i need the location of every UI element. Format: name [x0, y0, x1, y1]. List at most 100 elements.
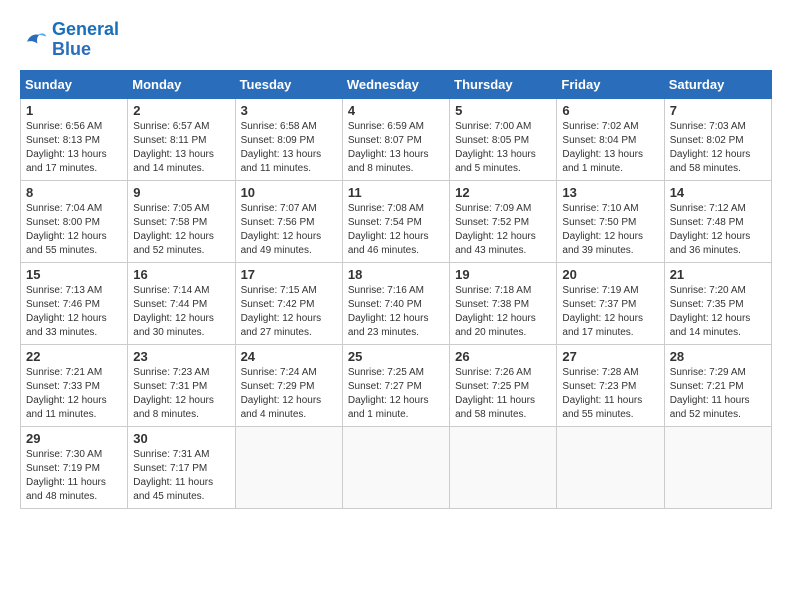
calendar-cell: 12 Sunrise: 7:09 AM Sunset: 7:52 PM Dayli… [450, 180, 557, 262]
day-info: Sunrise: 7:30 AM Sunset: 7:19 PM Dayligh… [26, 448, 122, 504]
day-info: Sunrise: 7:31 AM Sunset: 7:17 PM Dayligh… [133, 448, 229, 504]
day-number: 5 [455, 103, 551, 118]
calendar-cell: 25Sunrise: 7:25 AM Sunset: 7:27 PM Dayli… [342, 344, 449, 426]
day-number: 26 [455, 349, 551, 364]
day-info: Sunrise: 7:10 AM Sunset: 7:50 PM Dayligh… [562, 202, 658, 258]
day-info: Sunrise: 7:26 AM Sunset: 7:25 PM Dayligh… [455, 366, 551, 422]
day-info: Sunrise: 7:20 AM Sunset: 7:35 PM Dayligh… [670, 284, 766, 340]
calendar-cell [235, 426, 342, 508]
day-number: 23 [133, 349, 229, 364]
day-number: 6 [562, 103, 658, 118]
day-number: 11 [348, 185, 444, 200]
calendar-cell: 9 Sunrise: 7:05 AM Sunset: 7:58 PM Daylig… [128, 180, 235, 262]
calendar-cell: 5 Sunrise: 7:00 AM Sunset: 8:05 PM Daylig… [450, 98, 557, 180]
day-number: 10 [241, 185, 337, 200]
calendar-cell: 29 Sunrise: 7:30 AM Sunset: 7:19 PM Dayli… [21, 426, 128, 508]
calendar-cell: 6 Sunrise: 7:02 AM Sunset: 8:04 PM Daylig… [557, 98, 664, 180]
day-number: 30 [133, 431, 229, 446]
logo: General Blue [20, 20, 119, 60]
day-number: 8 [26, 185, 122, 200]
day-info: Sunrise: 7:00 AM Sunset: 8:05 PM Dayligh… [455, 120, 551, 176]
day-number: 25 [348, 349, 444, 364]
calendar-cell: 23Sunrise: 7:23 AM Sunset: 7:31 PM Dayli… [128, 344, 235, 426]
day-info: Sunrise: 7:07 AM Sunset: 7:56 PM Dayligh… [241, 202, 337, 258]
day-info: Sunrise: 7:12 AM Sunset: 7:48 PM Dayligh… [670, 202, 766, 258]
day-number: 9 [133, 185, 229, 200]
calendar-cell: 7 Sunrise: 7:03 AM Sunset: 8:02 PM Daylig… [664, 98, 771, 180]
calendar-cell: 11 Sunrise: 7:08 AM Sunset: 7:54 PM Dayli… [342, 180, 449, 262]
col-header-tuesday: Tuesday [235, 70, 342, 98]
day-number: 17 [241, 267, 337, 282]
calendar-cell: 8 Sunrise: 7:04 AM Sunset: 8:00 PM Daylig… [21, 180, 128, 262]
day-number: 24 [241, 349, 337, 364]
col-header-friday: Friday [557, 70, 664, 98]
logo-icon [20, 26, 48, 54]
day-number: 18 [348, 267, 444, 282]
day-number: 27 [562, 349, 658, 364]
day-number: 4 [348, 103, 444, 118]
day-number: 12 [455, 185, 551, 200]
calendar-cell: 3 Sunrise: 6:58 AM Sunset: 8:09 PM Daylig… [235, 98, 342, 180]
day-info: Sunrise: 7:15 AM Sunset: 7:42 PM Dayligh… [241, 284, 337, 340]
col-header-sunday: Sunday [21, 70, 128, 98]
day-info: Sunrise: 7:21 AM Sunset: 7:33 PM Dayligh… [26, 366, 122, 422]
calendar-cell: 17 Sunrise: 7:15 AM Sunset: 7:42 PM Dayli… [235, 262, 342, 344]
day-info: Sunrise: 6:57 AM Sunset: 8:11 PM Dayligh… [133, 120, 229, 176]
day-info: Sunrise: 7:29 AM Sunset: 7:21 PM Dayligh… [670, 366, 766, 422]
day-info: Sunrise: 7:28 AM Sunset: 7:23 PM Dayligh… [562, 366, 658, 422]
day-info: Sunrise: 7:08 AM Sunset: 7:54 PM Dayligh… [348, 202, 444, 258]
day-info: Sunrise: 7:14 AM Sunset: 7:44 PM Dayligh… [133, 284, 229, 340]
day-number: 19 [455, 267, 551, 282]
day-number: 3 [241, 103, 337, 118]
calendar-cell: 24 Sunrise: 7:24 AM Sunset: 7:29 PM Dayli… [235, 344, 342, 426]
day-info: Sunrise: 7:09 AM Sunset: 7:52 PM Dayligh… [455, 202, 551, 258]
col-header-monday: Monday [128, 70, 235, 98]
day-number: 2 [133, 103, 229, 118]
calendar-cell: 18 Sunrise: 7:16 AM Sunset: 7:40 PM Dayli… [342, 262, 449, 344]
day-number: 14 [670, 185, 766, 200]
calendar-cell: 15 Sunrise: 7:13 AM Sunset: 7:46 PM Dayli… [21, 262, 128, 344]
col-header-saturday: Saturday [664, 70, 771, 98]
day-info: Sunrise: 6:59 AM Sunset: 8:07 PM Dayligh… [348, 120, 444, 176]
day-number: 16 [133, 267, 229, 282]
calendar-cell [557, 426, 664, 508]
calendar-cell [450, 426, 557, 508]
day-number: 15 [26, 267, 122, 282]
week-row-4: 22 Sunrise: 7:21 AM Sunset: 7:33 PM Dayli… [21, 344, 772, 426]
col-header-thursday: Thursday [450, 70, 557, 98]
calendar-cell: 19Sunrise: 7:18 AM Sunset: 7:38 PM Dayli… [450, 262, 557, 344]
calendar-cell: 22 Sunrise: 7:21 AM Sunset: 7:33 PM Dayli… [21, 344, 128, 426]
calendar-cell: 26 Sunrise: 7:26 AM Sunset: 7:25 PM Dayli… [450, 344, 557, 426]
day-info: Sunrise: 7:16 AM Sunset: 7:40 PM Dayligh… [348, 284, 444, 340]
day-info: Sunrise: 7:19 AM Sunset: 7:37 PM Dayligh… [562, 284, 658, 340]
calendar-cell: 27 Sunrise: 7:28 AM Sunset: 7:23 PM Dayli… [557, 344, 664, 426]
day-info: Sunrise: 7:24 AM Sunset: 7:29 PM Dayligh… [241, 366, 337, 422]
day-info: Sunrise: 6:56 AM Sunset: 8:13 PM Dayligh… [26, 120, 122, 176]
calendar-cell: 2 Sunrise: 6:57 AM Sunset: 8:11 PM Daylig… [128, 98, 235, 180]
day-number: 7 [670, 103, 766, 118]
day-info: Sunrise: 7:03 AM Sunset: 8:02 PM Dayligh… [670, 120, 766, 176]
day-info: Sunrise: 6:58 AM Sunset: 8:09 PM Dayligh… [241, 120, 337, 176]
week-row-3: 15 Sunrise: 7:13 AM Sunset: 7:46 PM Dayli… [21, 262, 772, 344]
calendar-cell: 14 Sunrise: 7:12 AM Sunset: 7:48 PM Dayli… [664, 180, 771, 262]
day-info: Sunrise: 7:02 AM Sunset: 8:04 PM Dayligh… [562, 120, 658, 176]
col-header-wednesday: Wednesday [342, 70, 449, 98]
calendar-cell: 10 Sunrise: 7:07 AM Sunset: 7:56 PM Dayli… [235, 180, 342, 262]
day-number: 20 [562, 267, 658, 282]
day-number: 22 [26, 349, 122, 364]
logo-text: General Blue [52, 20, 119, 60]
day-number: 29 [26, 431, 122, 446]
day-info: Sunrise: 7:04 AM Sunset: 8:00 PM Dayligh… [26, 202, 122, 258]
day-info: Sunrise: 7:05 AM Sunset: 7:58 PM Dayligh… [133, 202, 229, 258]
calendar-cell: 21Sunrise: 7:20 AM Sunset: 7:35 PM Dayli… [664, 262, 771, 344]
week-row-1: 1Sunrise: 6:56 AM Sunset: 8:13 PM Daylig… [21, 98, 772, 180]
week-row-2: 8 Sunrise: 7:04 AM Sunset: 8:00 PM Daylig… [21, 180, 772, 262]
day-number: 13 [562, 185, 658, 200]
week-row-5: 29 Sunrise: 7:30 AM Sunset: 7:19 PM Dayli… [21, 426, 772, 508]
day-number: 28 [670, 349, 766, 364]
day-info: Sunrise: 7:13 AM Sunset: 7:46 PM Dayligh… [26, 284, 122, 340]
calendar-table: SundayMondayTuesdayWednesdayThursdayFrid… [20, 70, 772, 509]
calendar-cell: 13 Sunrise: 7:10 AM Sunset: 7:50 PM Dayli… [557, 180, 664, 262]
calendar-cell: 1Sunrise: 6:56 AM Sunset: 8:13 PM Daylig… [21, 98, 128, 180]
calendar-cell: 28 Sunrise: 7:29 AM Sunset: 7:21 PM Dayli… [664, 344, 771, 426]
